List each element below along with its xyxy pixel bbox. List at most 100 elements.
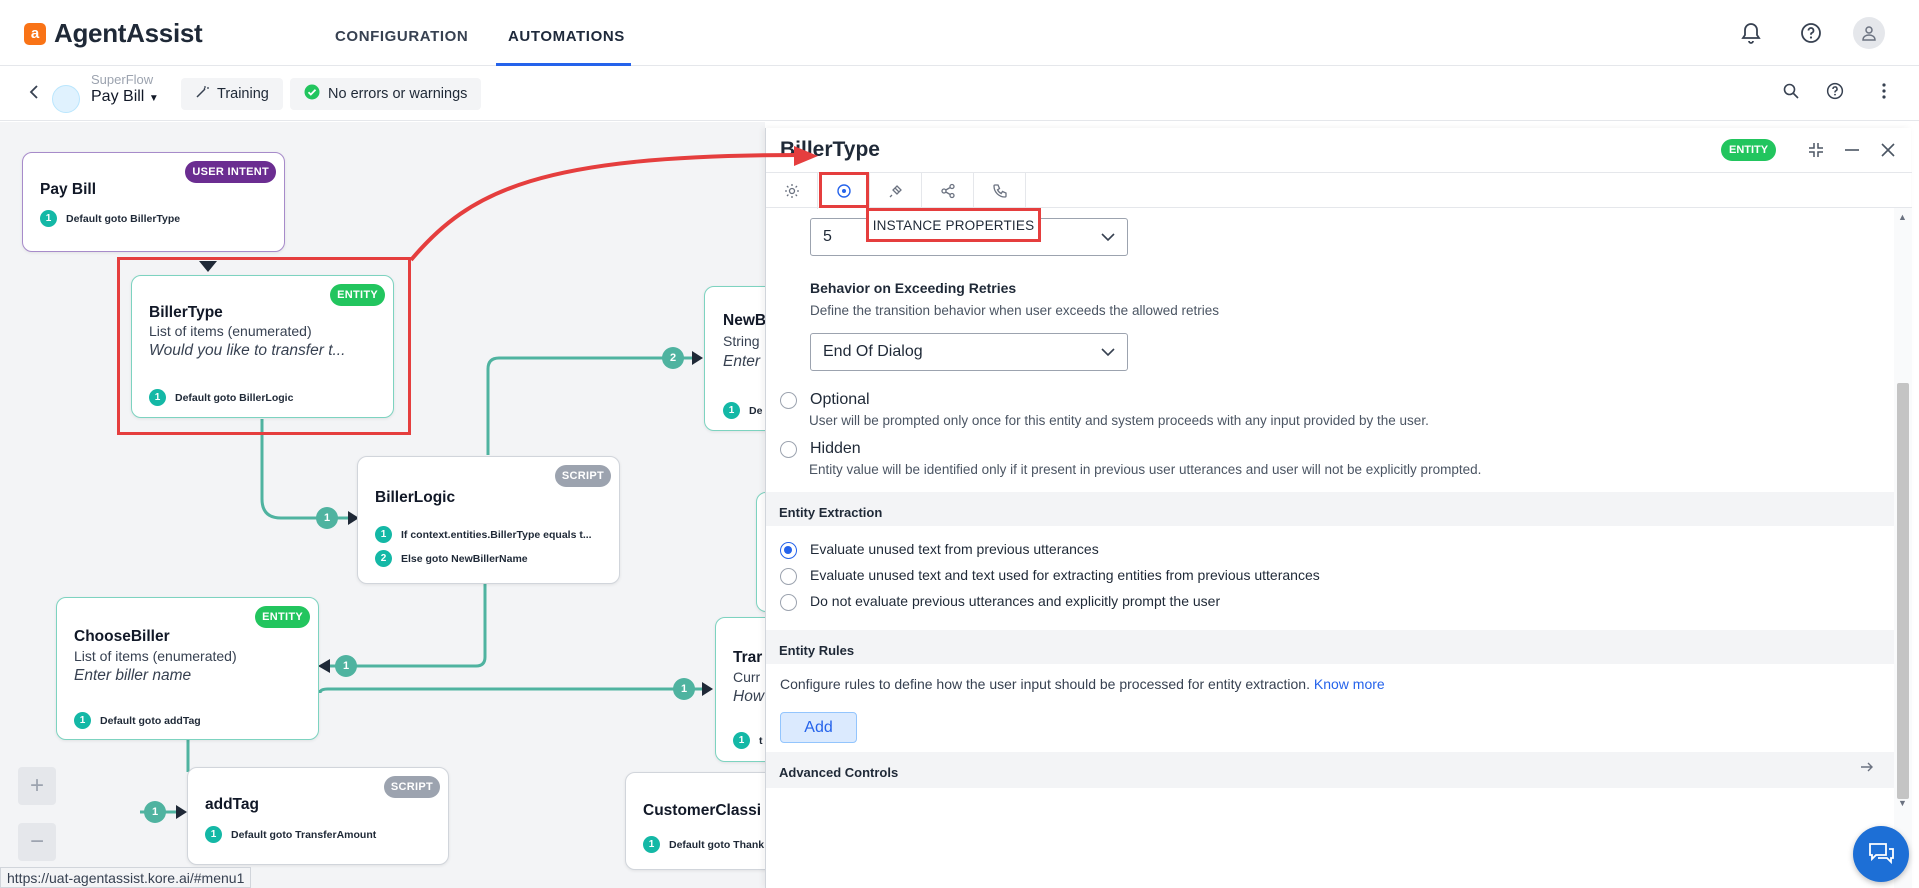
node-subtitle: List of items (enumerated) [149, 323, 312, 339]
edge-badge: 1 [335, 655, 357, 677]
flow-type-label: SuperFlow [91, 72, 154, 87]
phone-icon [992, 184, 1007, 198]
node-prompt: How [733, 688, 765, 705]
node-subtitle: List of items (enumerated) [74, 648, 237, 664]
rule-text: Default goto BillerLogic [175, 391, 294, 404]
scroll-up-icon[interactable]: ▲ [1898, 212, 1907, 222]
node-title: ChooseBiller [74, 628, 170, 645]
check-circle-icon [304, 84, 320, 104]
node-transferamount[interactable]: Trar Curr How 1 t [715, 617, 765, 762]
bell-icon[interactable] [1738, 20, 1764, 46]
superflow-icon [52, 85, 80, 113]
rule-number: 1 [74, 712, 91, 729]
rule-text: If context.entities.BillerType equals t.… [401, 528, 592, 541]
more-vertical-icon[interactable] [1871, 78, 1897, 104]
active-tab-indicator [496, 63, 631, 66]
zoom-in-button[interactable]: + [18, 767, 56, 805]
tab-voice[interactable] [974, 173, 1026, 209]
node-newbillername[interactable]: NewB String Enter 1 De [704, 286, 765, 431]
entity-rules-header: Entity Rules [766, 630, 1894, 664]
rule-text: Default goto BillerType [66, 212, 181, 225]
rule-number: 2 [375, 550, 392, 567]
search-icon[interactable] [1778, 78, 1804, 104]
instance-properties-tooltip: INSTANCE PROPERTIES [866, 208, 1041, 242]
minimize-icon[interactable] [1838, 136, 1866, 164]
edge-badge: 1 [316, 507, 338, 529]
tab-connections[interactable] [870, 173, 922, 209]
node-subtitle: Curr [733, 669, 761, 685]
app-logo[interactable]: a AgentAssist [24, 18, 203, 49]
rules-description-text: Configure rules to define how the user i… [780, 676, 1310, 692]
node-customerclassification[interactable]: CustomerClassi 1 Default goto Thank [625, 772, 765, 870]
rule-text: Default goto Thank [669, 838, 765, 851]
chat-widget-button[interactable] [1853, 826, 1909, 882]
close-icon[interactable] [1874, 136, 1902, 164]
training-button[interactable]: Training [181, 78, 283, 110]
extraction-radio-unused[interactable] [780, 542, 797, 559]
logo-mark: a [24, 22, 46, 45]
node-title: NewB [723, 312, 765, 329]
extraction-radio-none[interactable] [780, 594, 797, 611]
node-rule: 1 Default goto BillerType [40, 210, 180, 227]
flow-name-dropdown[interactable]: Pay Bill ▼ [91, 88, 159, 106]
app-name: AgentAssist [54, 18, 203, 48]
status-text: No errors or warnings [328, 86, 468, 102]
nav-tab-configuration[interactable]: CONFIGURATION [335, 28, 468, 45]
optional-label: Optional [810, 391, 870, 408]
rule-number: 1 [375, 526, 392, 543]
chevron-down-icon [1101, 233, 1115, 242]
back-icon[interactable] [28, 83, 40, 104]
edge-badge: 2 [662, 347, 684, 369]
rule-text: De [749, 404, 763, 417]
add-rule-button[interactable]: Add [780, 712, 857, 743]
node-title: BillerType [149, 304, 223, 321]
tab-share[interactable] [922, 173, 974, 209]
node-billerlogic[interactable]: SCRIPT BillerLogic 1 If context.entities… [357, 456, 620, 584]
nav-tab-automations[interactable]: AUTOMATIONS [508, 28, 625, 45]
node-pay-bill[interactable]: USER INTENT Pay Bill 1 Default goto Bill… [22, 152, 285, 252]
plug-icon [889, 185, 902, 198]
validation-status: No errors or warnings [290, 78, 482, 110]
rule-text: Default goto addTag [100, 714, 201, 727]
advanced-controls-label: Advanced Controls [779, 765, 899, 780]
rule-number: 1 [733, 732, 750, 749]
node-title: Pay Bill [40, 181, 96, 198]
extraction-option: Evaluate unused text from previous utter… [810, 541, 1099, 557]
edge-badge: 1 [673, 678, 695, 700]
extraction-radio-all[interactable] [780, 568, 797, 585]
tab-instance-properties[interactable] [818, 173, 870, 209]
user-avatar[interactable] [1853, 17, 1885, 49]
entity-badge: ENTITY [1721, 139, 1777, 161]
scroll-down-icon[interactable]: ▼ [1898, 798, 1907, 808]
hidden-radio[interactable] [780, 441, 797, 458]
optional-radio[interactable] [780, 392, 797, 409]
training-label: Training [217, 86, 269, 102]
extraction-option: Evaluate unused text and text used for e… [810, 567, 1320, 583]
node-prompt: Enter biller name [74, 667, 192, 684]
flow-canvas[interactable]: 1 2 1 1 1 USER INTENT Pay Bill 1 Default… [0, 122, 765, 888]
share-icon [940, 183, 955, 199]
advanced-controls-row[interactable]: Advanced Controls [766, 752, 1894, 788]
node-prompt: Would you like to transfer t... [149, 342, 346, 359]
tab-general-settings[interactable] [766, 173, 818, 209]
script-badge: SCRIPT [383, 776, 440, 798]
behavior-description: Define the transition behavior when user… [810, 303, 1219, 318]
help-icon[interactable] [1798, 20, 1824, 46]
extraction-option: Do not evaluate previous utterances and … [810, 593, 1221, 609]
node-billertype[interactable]: ENTITY BillerType List of items (enumera… [131, 275, 394, 418]
behavior-select[interactable]: End Of Dialog [810, 333, 1128, 371]
panel-scroll-thumb[interactable] [1897, 383, 1909, 799]
zoom-out-button[interactable]: − [18, 823, 56, 861]
node-title: addTag [205, 796, 259, 813]
node-choosebiller[interactable]: ENTITY ChooseBiller List of items (enume… [56, 597, 319, 740]
behavior-label: Behavior on Exceeding Retries [810, 280, 1017, 296]
know-more-link[interactable]: Know more [1314, 676, 1385, 692]
flow-help-icon[interactable] [1822, 78, 1848, 104]
node-rule: 1 Default goto BillerLogic [149, 389, 293, 406]
rule-number: 1 [205, 826, 222, 843]
node-addtag[interactable]: SCRIPT addTag 1 Default goto TransferAmo… [187, 767, 449, 865]
rule-number: 1 [40, 210, 57, 227]
rules-description: Configure rules to define how the user i… [780, 676, 1385, 692]
collapse-icon[interactable] [1802, 136, 1830, 164]
node-partial[interactable] [756, 492, 765, 612]
